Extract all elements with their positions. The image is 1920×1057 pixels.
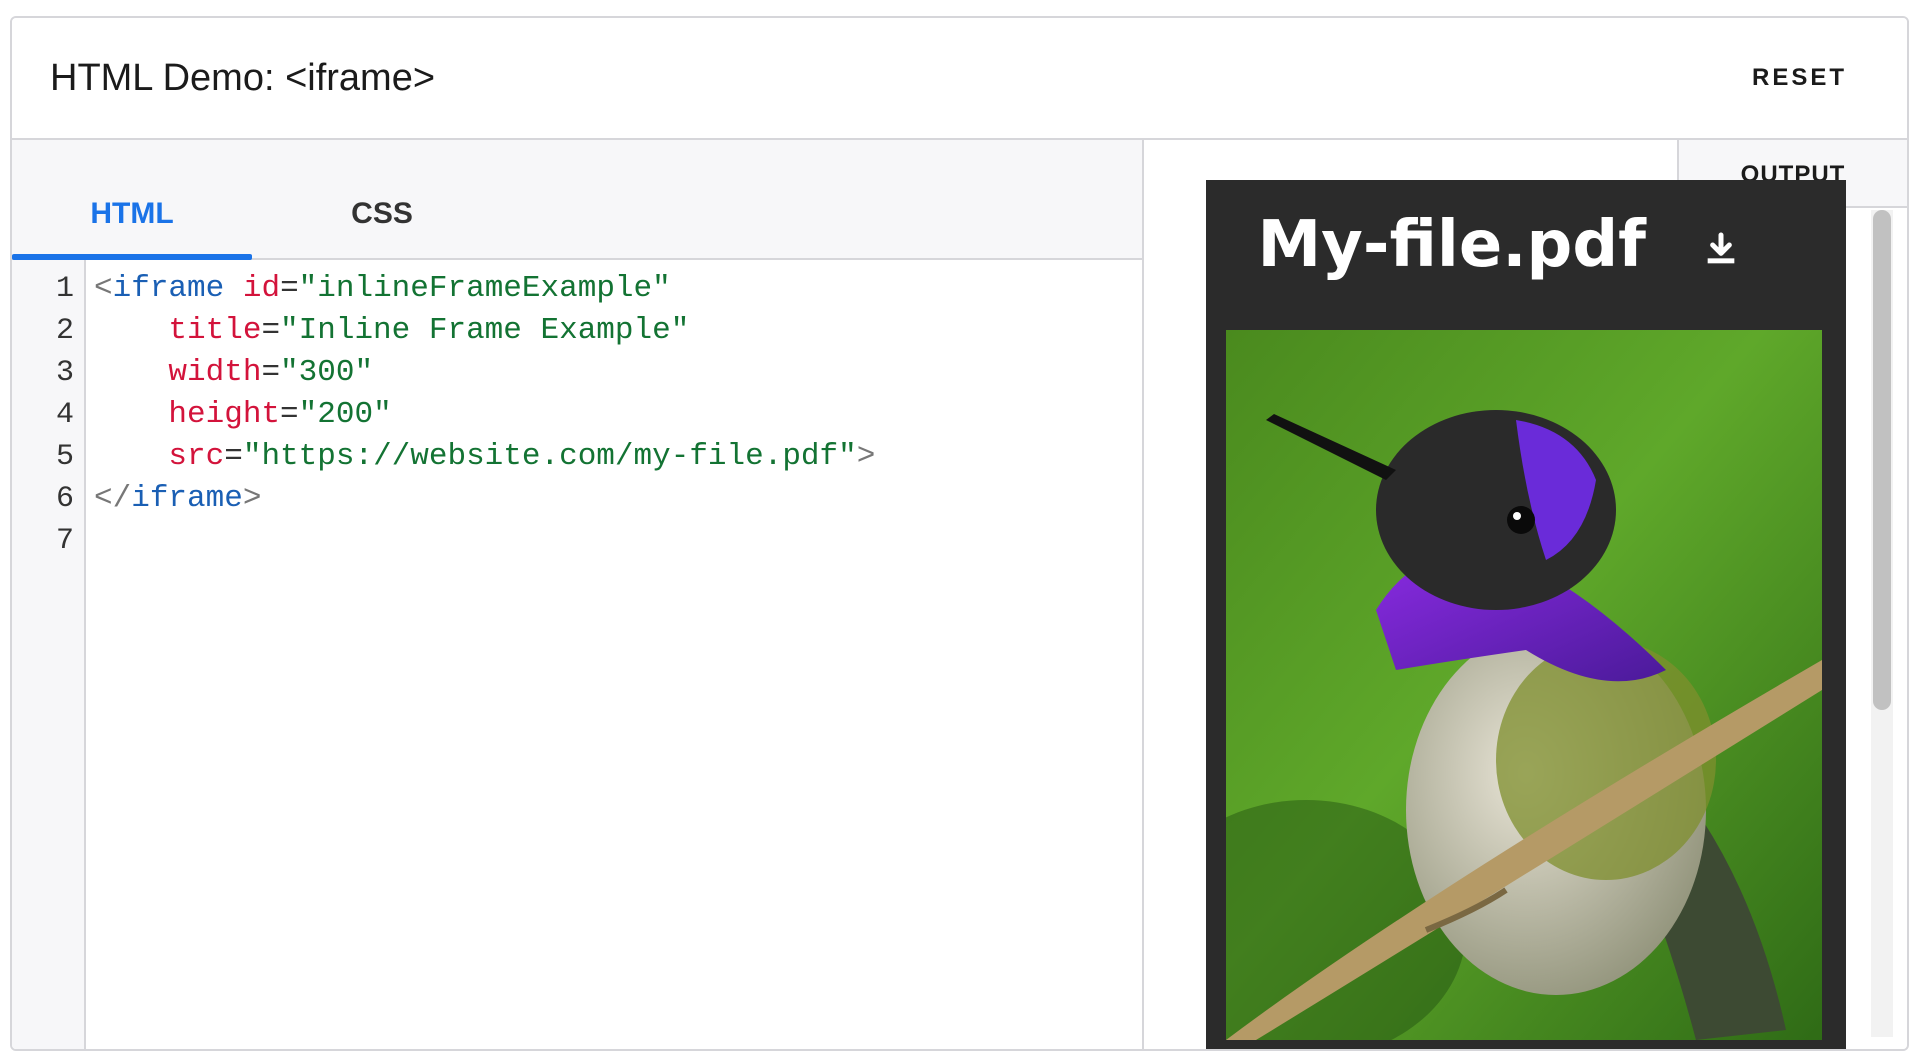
code-line: src="https://website.com/my-file.pdf"> [94, 436, 875, 478]
code-string: "https://website.com/my-file.pdf" [242, 439, 857, 474]
download-icon[interactable] [1701, 230, 1741, 270]
code-attr: title [168, 313, 262, 348]
reset-button[interactable]: RESET [1752, 18, 1847, 138]
code-attr: width [168, 355, 262, 390]
output-panel: OUTPUT My-file.pdf [1162, 140, 1907, 1049]
output-scrollbar[interactable] [1871, 210, 1893, 1037]
code-string: "200" [298, 397, 392, 432]
demo-frame: HTML Demo: <iframe> RESET HTML CSS 1 2 3… [10, 16, 1909, 1051]
code-string: "300" [280, 355, 374, 390]
code-attr: src [168, 439, 225, 474]
code-punct: < [94, 271, 113, 306]
scrollbar-thumb[interactable] [1873, 210, 1891, 710]
line-number: 7 [55, 524, 74, 558]
code-area[interactable]: <iframe id="inlineFrameExample" title="I… [94, 260, 1142, 1049]
demo-header: HTML Demo: <iframe> RESET [12, 18, 1907, 140]
pdf-toolbar: My-file.pdf [1206, 180, 1846, 300]
code-line: height="200" [94, 394, 392, 436]
editor-tabs: HTML CSS [12, 140, 1142, 260]
code-eq: = [224, 439, 243, 474]
code-string: "inlineFrameExample" [298, 271, 671, 306]
line-number: 6 [55, 482, 74, 516]
code-tag: iframe [131, 481, 243, 516]
pdf-viewer[interactable]: My-file.pdf [1206, 180, 1846, 1049]
code-line: title="Inline Frame Example" [94, 310, 689, 352]
line-number: 2 [55, 314, 74, 348]
line-number: 1 [55, 272, 74, 306]
line-number: 5 [55, 440, 74, 474]
code-eq: = [280, 397, 299, 432]
code-string: "Inline Frame Example" [280, 313, 690, 348]
code-editor: HTML CSS 1 2 3 4 5 6 7 <iframe id="inlin… [12, 140, 1144, 1049]
hummingbird-photo [1226, 330, 1822, 1040]
code-punct: > [242, 481, 262, 516]
pdf-file-name: My-file.pdf [1257, 208, 1646, 282]
line-number-gutter: 1 2 3 4 5 6 7 [12, 260, 86, 1049]
code-punct: </ [94, 481, 132, 516]
code-punct: > [856, 439, 876, 474]
code-eq: = [280, 271, 299, 306]
code-line: width="300" [94, 352, 373, 394]
tab-css[interactable]: CSS [297, 140, 467, 258]
demo-title: HTML Demo: <iframe> [50, 57, 436, 99]
code-eq: = [261, 313, 281, 348]
code-attr: height [168, 397, 281, 432]
code-tag: iframe [112, 271, 225, 306]
code-line: </iframe> [94, 478, 261, 520]
tab-html[interactable]: HTML [12, 140, 252, 260]
code-attr: id [242, 271, 281, 306]
code-eq: = [261, 355, 281, 390]
line-number: 4 [55, 398, 74, 432]
code-line: <iframe id="inlineFrameExample" [94, 268, 671, 310]
line-number: 3 [55, 356, 74, 390]
